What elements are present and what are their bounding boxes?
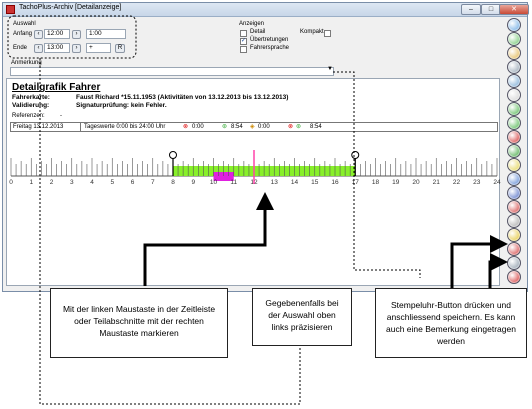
print-preview-icon[interactable] [507, 74, 521, 88]
arrow-icon[interactable] [507, 144, 521, 158]
hour-label-7: 7 [151, 179, 155, 186]
hour-label-17: 17 [352, 179, 360, 186]
hour-label-13: 13 [271, 179, 279, 186]
bound-pin-0 [169, 151, 177, 159]
hour-label-19: 19 [392, 179, 400, 186]
hour-label-14: 14 [291, 179, 299, 186]
hour-label-4: 4 [90, 179, 94, 186]
hour-label-15: 15 [311, 179, 319, 186]
hour-label-22: 22 [453, 179, 461, 186]
document-icon[interactable] [507, 88, 521, 102]
mail-icon[interactable] [507, 172, 521, 186]
refresh-icon[interactable] [507, 32, 521, 46]
calendar-icon[interactable] [507, 186, 521, 200]
save-icon[interactable] [507, 256, 521, 270]
hour-label-2: 2 [50, 179, 54, 186]
no-entry-icon[interactable] [507, 200, 521, 214]
lightning-icon[interactable] [507, 158, 521, 172]
hour-label-16: 16 [331, 179, 339, 186]
pen-icon[interactable] [507, 46, 521, 60]
power-icon[interactable] [507, 270, 521, 284]
hour-label-8: 8 [171, 179, 175, 186]
bound-pin-1 [351, 151, 360, 159]
hour-label-11: 11 [230, 179, 237, 186]
hour-label-3: 3 [70, 179, 74, 186]
folder-icon[interactable] [507, 18, 521, 32]
hour-label-9: 9 [191, 179, 195, 186]
zoom-out-icon[interactable] [507, 116, 521, 130]
zoom-in-icon[interactable] [507, 102, 521, 116]
callout-right: Stempeluhr-Button drücken und anschliess… [375, 288, 527, 358]
callout-left: Mit der linken Maustaste in der Zeitleis… [50, 288, 228, 358]
delete-icon[interactable] [507, 242, 521, 256]
clock-icon[interactable] [507, 214, 521, 228]
hour-label-24: 24 [493, 179, 501, 186]
callout-middle: Gegebenenfalls bei der Auswahl oben link… [252, 288, 352, 346]
stop-icon[interactable] [507, 130, 521, 144]
hour-label-21: 21 [433, 179, 441, 186]
hour-label-0: 0 [9, 179, 13, 186]
hour-label-6: 6 [131, 179, 135, 186]
hour-label-1: 1 [29, 179, 33, 186]
hour-label-18: 18 [372, 179, 380, 186]
hour-label-23: 23 [473, 179, 481, 186]
star-icon[interactable] [507, 228, 521, 242]
print-icon[interactable] [507, 60, 521, 74]
hour-label-10: 10 [210, 179, 218, 186]
hour-label-20: 20 [412, 179, 420, 186]
hour-label-5: 5 [110, 179, 114, 186]
